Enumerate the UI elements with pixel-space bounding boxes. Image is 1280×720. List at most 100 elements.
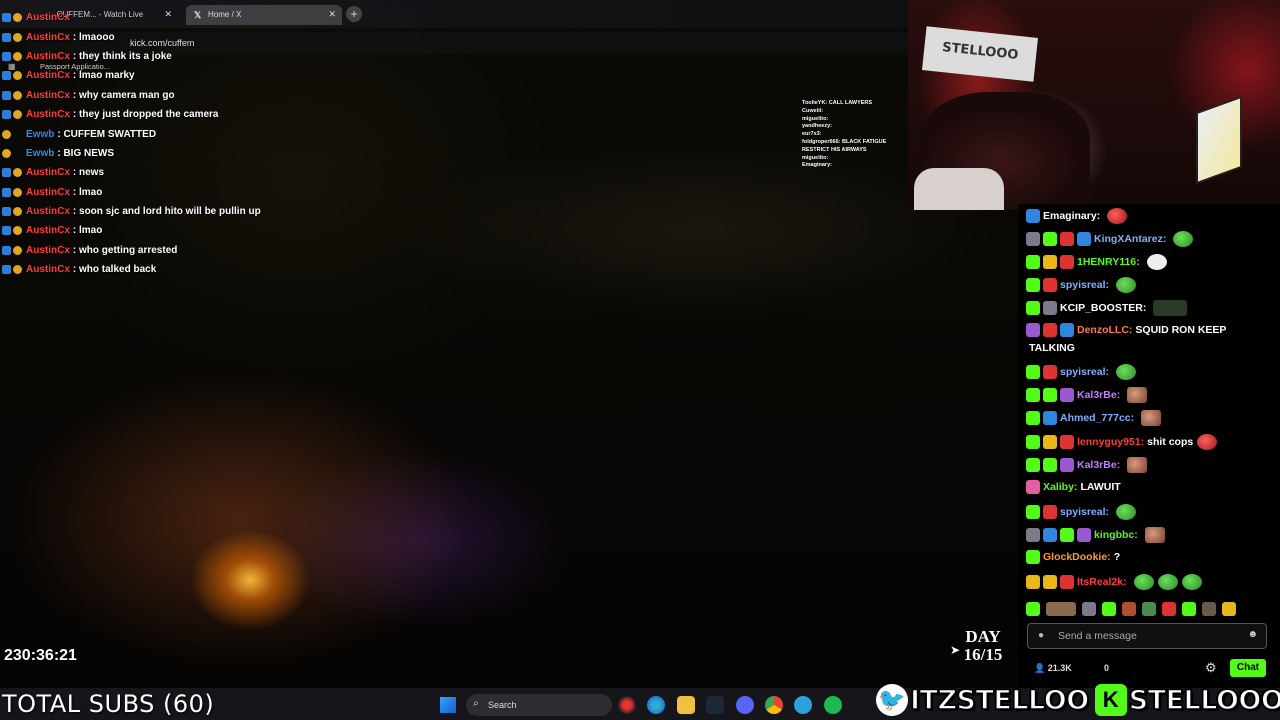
mini-chat-line: Emaginary: — [802, 162, 832, 169]
emote-icon[interactable] — [1162, 602, 1176, 616]
chat-username[interactable]: ItsReal2k: — [1077, 575, 1127, 589]
badge-icon — [13, 226, 22, 236]
emote-icon[interactable] — [1026, 602, 1040, 616]
day-counter: DAY 16/15 — [958, 628, 1008, 664]
chat-message-input[interactable]: ● Send a message ☻ — [1027, 623, 1267, 649]
chat-badge-icon — [1026, 505, 1040, 519]
badge-icon — [2, 71, 11, 81]
chat-username[interactable]: Xaliby: — [1043, 480, 1077, 494]
chat-username[interactable]: lennyguy951: — [1077, 435, 1144, 449]
chat-emote-icon — [1144, 527, 1165, 543]
chat-username[interactable]: DenzoLLC: — [1077, 323, 1132, 337]
obs-icon[interactable] — [618, 696, 636, 714]
chat-username[interactable]: kingbbc: — [1094, 528, 1138, 542]
gear-icon[interactable]: ⚙ — [1205, 660, 1217, 676]
badge-icon — [2, 90, 11, 100]
chat-send-button[interactable]: Chat — [1230, 659, 1266, 677]
emote-bar[interactable] — [1026, 600, 1270, 618]
taskbar-search[interactable]: ⌕ Search — [466, 694, 612, 716]
overlay-chat-username: Ewwb — [26, 128, 55, 140]
chat-username[interactable]: KingXAntarez: — [1094, 232, 1166, 246]
chrome-icon[interactable] — [765, 696, 783, 714]
chat-message-row: Kal3rBe: — [1026, 387, 1274, 403]
badge-icon — [2, 168, 11, 178]
badge-icon — [13, 110, 22, 120]
emote-icon[interactable] — [1142, 602, 1156, 616]
mini-chat-line: yandheezy: — [802, 123, 832, 130]
chat-emote-icon — [1181, 574, 1202, 590]
telegram-icon[interactable] — [794, 696, 812, 714]
chat-username[interactable]: Emaginary: — [1043, 209, 1100, 223]
mouse-cursor-icon: ➤ — [950, 643, 961, 657]
input-placeholder: Send a message — [1058, 630, 1137, 642]
edge-icon[interactable] — [647, 696, 665, 714]
folder-icon[interactable] — [677, 696, 695, 714]
chat-badge-icon — [1060, 575, 1074, 589]
chat-message-text: ? — [1113, 551, 1121, 563]
chat-username[interactable]: KCIP_BOOSTER: — [1060, 301, 1146, 315]
overlay-chat-row: AustinCx: news — [0, 163, 400, 182]
emote-icon[interactable] — [1046, 602, 1076, 616]
steam-icon[interactable] — [706, 696, 724, 714]
streamer-shirt — [914, 168, 1004, 210]
badge-icons — [0, 226, 26, 236]
emote-picker-icon[interactable]: ☻ — [1247, 629, 1258, 640]
chat-badge-icon — [1060, 435, 1074, 449]
overlay-chat-message: : who getting arrested — [72, 244, 178, 256]
windows-start-icon[interactable] — [440, 697, 456, 713]
emote-icon[interactable] — [1202, 602, 1216, 616]
chat-badge-icon — [1060, 388, 1074, 402]
chat-message-row: KCIP_BOOSTER: — [1026, 300, 1274, 316]
search-label: Search — [488, 700, 517, 710]
chat-username[interactable]: 1HENRY116: — [1077, 255, 1140, 269]
chat-emote-icon — [1127, 387, 1148, 403]
chat-emote-icon — [1173, 231, 1194, 247]
chat-emote-icon — [1116, 504, 1137, 520]
emote-icon[interactable] — [1222, 602, 1236, 616]
badge-icon — [13, 168, 22, 178]
emote-icon[interactable] — [1082, 602, 1096, 616]
chat-username[interactable]: spyisreal: — [1060, 365, 1109, 379]
emote-icon[interactable] — [1102, 602, 1116, 616]
badge-icon — [2, 245, 11, 255]
emote-icon[interactable] — [1122, 602, 1136, 616]
badge-icon — [2, 51, 11, 61]
emote-icon[interactable] — [1182, 602, 1196, 616]
badge-icon — [13, 13, 22, 23]
chat-username[interactable]: spyisreal: — [1060, 505, 1109, 519]
chat-badge-icon — [1043, 575, 1057, 589]
badge-icons — [0, 90, 26, 100]
chat-badge-icon — [1043, 411, 1057, 425]
chat-badge-icon — [1043, 435, 1057, 449]
chat-badge-icon — [1026, 411, 1040, 425]
chat-badge-icon — [1060, 255, 1074, 269]
discord-icon[interactable] — [736, 696, 754, 714]
kick-handle: STELLOOO — [1128, 684, 1280, 717]
badge-icons — [0, 51, 26, 61]
chat-username[interactable]: spyisreal: — [1060, 278, 1109, 292]
chat-badge-icon — [1043, 505, 1057, 519]
chat-username[interactable]: Ahmed_777cc: — [1060, 411, 1134, 425]
chat-message-row: kingbbc: — [1026, 527, 1274, 543]
chat-username[interactable]: GlockDookie: — [1043, 550, 1111, 564]
chat-message-row: TALKING — [1026, 341, 1274, 355]
badge-icon — [13, 265, 22, 275]
chat-username[interactable]: Kal3rBe: — [1077, 458, 1120, 472]
overlay-chat-username: AustinCx — [26, 244, 70, 256]
overlay-chat-username: AustinCx — [26, 70, 70, 82]
overlay-chat-message: : lmaooo — [72, 31, 115, 43]
chat-message-row: KingXAntarez: — [1026, 231, 1274, 247]
chat-username[interactable]: Kal3rBe: — [1077, 388, 1120, 402]
spotify-icon[interactable] — [824, 696, 842, 714]
chat-emote-icon — [1133, 574, 1154, 590]
mini-chat-overlay: ToolieYK: CALL LAWYERS Cuweiii: miguelito:… — [802, 100, 908, 170]
monitor-light — [1196, 95, 1242, 185]
badge-icons — [0, 207, 26, 217]
mini-chat-line: RESTRICT HIS AIRWAYS — [802, 146, 867, 153]
overlay-chat-row: AustinCx: they just dropped the camera — [0, 105, 400, 124]
overlay-chat-username: AustinCx — [26, 109, 70, 121]
chat-emote-icon — [1141, 410, 1162, 426]
overlay-chat-username: AustinCx — [26, 186, 70, 198]
chat-badge-icon — [1026, 232, 1040, 246]
badge-icon — [2, 265, 11, 275]
